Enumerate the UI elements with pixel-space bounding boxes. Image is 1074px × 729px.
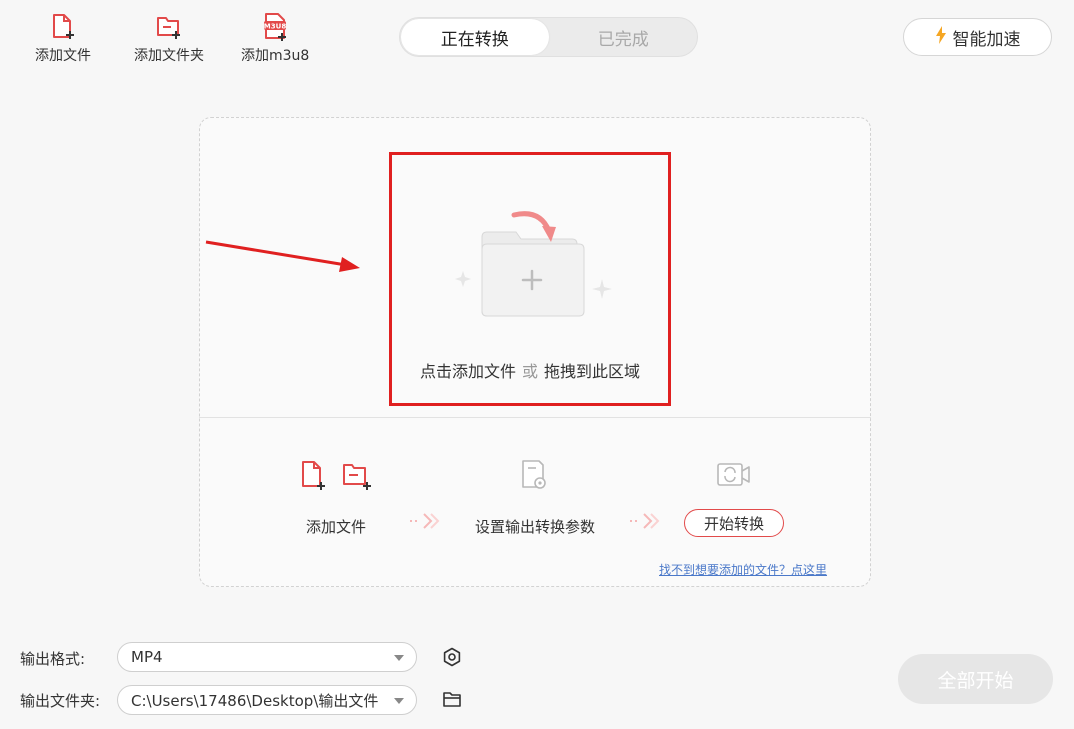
video-convert-icon (717, 463, 750, 486)
add-m3u8-label: 添加m3u8 (241, 48, 310, 64)
m3u8-file-icon: M3U8 (260, 12, 290, 42)
chevron-down-icon-2 (394, 698, 404, 704)
step-add-file-icon (302, 461, 325, 490)
drop-highlight-box (389, 152, 671, 406)
add-folder-button[interactable]: 添加文件夹 (134, 12, 204, 65)
open-folder-button[interactable] (441, 688, 463, 710)
step-settings-label: 设置输出转换参数 (475, 518, 596, 536)
add-file-icon (48, 12, 78, 42)
add-folder-icon (154, 12, 184, 42)
m3u8-badge-text: M3U8 (264, 23, 287, 31)
status-tabs: 正在转换 已完成 (399, 17, 698, 57)
tab-completed[interactable]: 已完成 (550, 18, 698, 56)
smart-accel-button[interactable]: 智能加速 (903, 18, 1052, 56)
add-folder-label: 添加文件夹 (134, 48, 204, 64)
settings-file-icon (522, 460, 546, 489)
start-all-button[interactable]: 全部开始 (898, 654, 1053, 704)
tab-converting[interactable]: 正在转换 (401, 19, 549, 55)
start-convert-button[interactable]: 开始转换 (684, 509, 784, 537)
output-format-select[interactable]: MP4 (117, 642, 417, 672)
help-link[interactable]: 找不到想要添加的文件？点这里 (659, 561, 827, 578)
chevron-down-icon (394, 655, 404, 661)
output-format-label: 输出格式: (20, 650, 86, 668)
add-file-label: 添加文件 (35, 48, 91, 64)
output-folder-value: C:\Users\17486\Desktop\输出文件 (131, 691, 379, 710)
gear-icon (443, 647, 461, 667)
pointer-arrow-icon (205, 240, 360, 272)
step-add-folder-icon (343, 464, 371, 490)
drop-zone-divider (199, 417, 871, 418)
output-folder-label: 输出文件夹: (20, 692, 101, 710)
folder-icon (443, 692, 461, 707)
output-format-value: MP4 (131, 648, 163, 666)
step-arrow-icon (410, 513, 440, 529)
output-folder-select[interactable]: C:\Users\17486\Desktop\输出文件 (117, 685, 417, 715)
smart-accel-label: 智能加速 (952, 29, 1021, 50)
step-add-file-label: 添加文件 (306, 518, 367, 536)
lightning-icon (935, 25, 947, 49)
step-arrow-icon-2 (630, 513, 660, 529)
add-file-button[interactable]: 添加文件 (35, 12, 91, 65)
format-settings-button[interactable] (441, 646, 463, 668)
add-m3u8-button[interactable]: M3U8 添加m3u8 (241, 12, 309, 65)
